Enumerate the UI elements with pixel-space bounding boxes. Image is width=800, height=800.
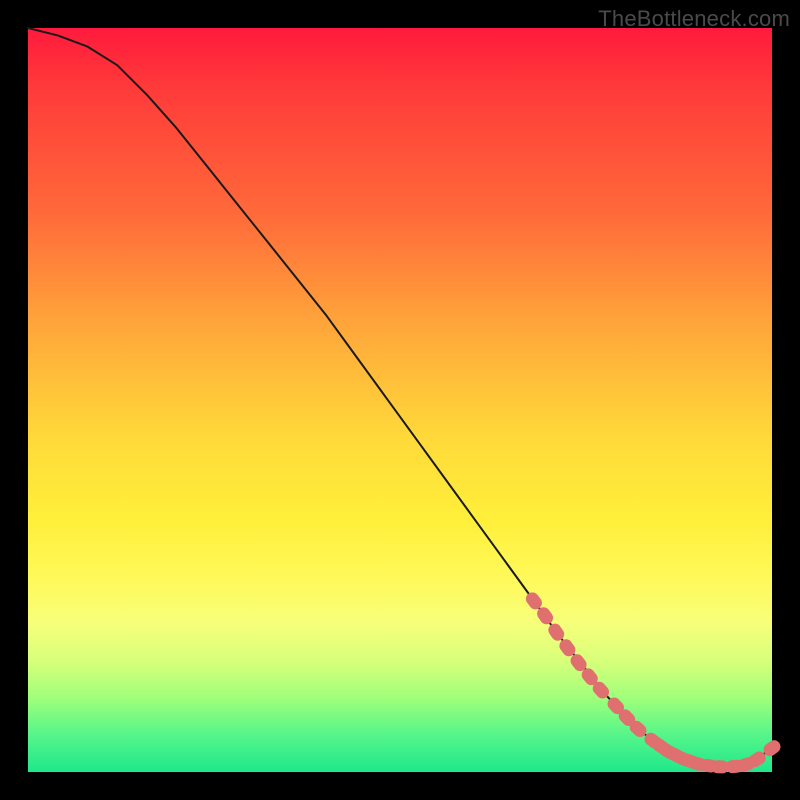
plot-area [28,28,772,772]
bottleneck-curve [28,28,772,767]
highlight-markers [523,590,783,774]
chart-frame: TheBottleneck.com [0,0,800,800]
curve-svg [28,28,772,772]
